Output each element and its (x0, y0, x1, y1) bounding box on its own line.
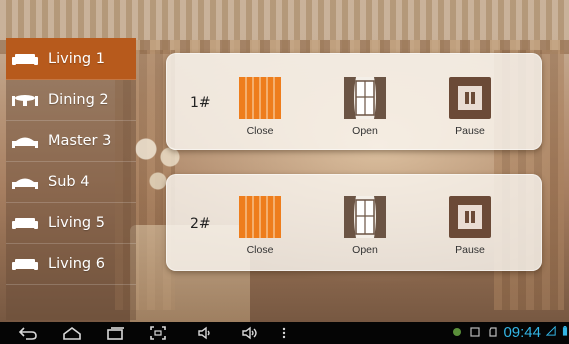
status-clock: 09:44 (503, 324, 541, 341)
pause-icon (449, 196, 491, 238)
open-label: Open (352, 244, 378, 256)
sidebar-item-label: Master 3 (48, 132, 112, 149)
sidebar-item-dining-2[interactable]: Dining 2 (6, 79, 136, 121)
volume-down-icon[interactable] (196, 325, 216, 341)
curtain-open-button[interactable]: Open (330, 77, 400, 137)
curtain-open-icon (344, 196, 386, 238)
sidebar-item-living-1[interactable]: Living 1 (6, 38, 136, 80)
pause-label: Pause (455, 125, 485, 137)
screenshot-notification-icon (470, 327, 480, 337)
sidebar-item-label: Living 6 (48, 255, 105, 272)
sidebar-item-master-3[interactable]: Master 3 (6, 120, 136, 162)
sidebar-item-living-5[interactable]: Living 5 (6, 202, 136, 244)
sd-card-icon (489, 327, 497, 337)
back-icon[interactable] (18, 325, 38, 341)
sofa-icon (12, 216, 38, 230)
sidebar-item-label: Living 5 (48, 214, 105, 231)
pause-label: Pause (455, 244, 485, 256)
sidebar-item-living-6[interactable]: Living 6 (6, 243, 136, 285)
screen: Living 1 Dining 2 Master 3 Sub 4 Living … (0, 0, 569, 344)
curtain-close-button[interactable]: Close (225, 196, 295, 256)
curtain-panel-1: 1# Close Open Pause (166, 53, 542, 150)
notification-dot-icon (453, 328, 461, 336)
sidebar-item-sub-4[interactable]: Sub 4 (6, 161, 136, 203)
sidebar-item-label: Living 1 (48, 50, 105, 67)
dining-table-icon (12, 93, 38, 107)
sidebar-item-label: Dining 2 (48, 91, 109, 108)
curtain-panel-2: 2# Close Open Pause (166, 174, 542, 271)
curtain-pause-button[interactable]: Pause (435, 196, 505, 256)
room-sidebar: Living 1 Dining 2 Master 3 Sub 4 Living … (6, 38, 136, 320)
curtain-open-button[interactable]: Open (330, 196, 400, 256)
bed-icon (12, 175, 38, 189)
sofa-icon (12, 52, 38, 66)
curtain-closed-icon (239, 77, 281, 119)
curtain-pause-button[interactable]: Pause (435, 77, 505, 137)
pause-icon (449, 77, 491, 119)
wifi-signal-icon (546, 326, 556, 336)
curtain-number-label: 1# (190, 95, 211, 111)
curtain-close-button[interactable]: Close (225, 77, 295, 137)
curtain-open-icon (344, 77, 386, 119)
recent-apps-icon[interactable] (106, 325, 126, 341)
sofa-icon (12, 257, 38, 271)
open-label: Open (352, 125, 378, 137)
volume-up-icon[interactable] (240, 325, 260, 341)
battery-icon (562, 326, 568, 336)
menu-icon[interactable] (274, 325, 294, 341)
bed-icon (12, 134, 38, 148)
screenshot-icon[interactable] (148, 325, 168, 341)
close-label: Close (246, 125, 274, 137)
curtain-closed-icon (239, 196, 281, 238)
curtain-number-label: 2# (190, 216, 211, 232)
close-label: Close (246, 244, 274, 256)
sidebar-item-label: Sub 4 (48, 173, 90, 190)
home-icon[interactable] (62, 325, 82, 341)
system-navigation-bar: 09:44 (0, 322, 569, 344)
